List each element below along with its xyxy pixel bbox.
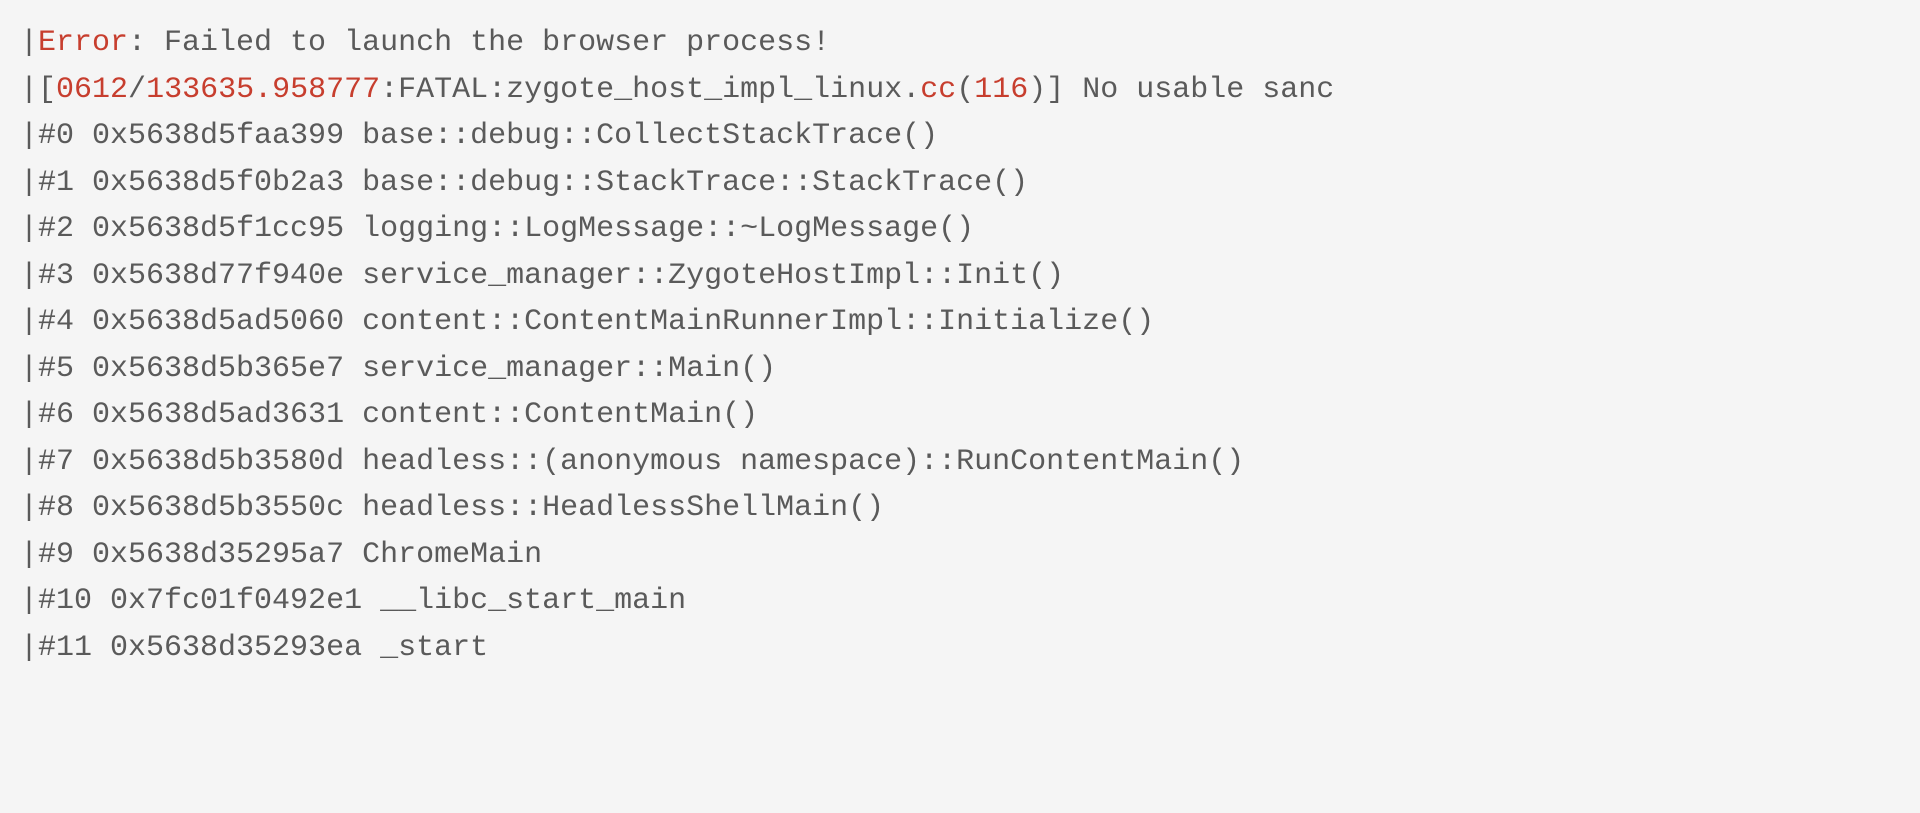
stack-frame: | #2 0x5638d5f1cc95 logging::LogMessage:…: [20, 206, 1920, 253]
line-prefix: |: [20, 625, 38, 672]
line-prefix: |: [20, 67, 38, 114]
stack-frame: | #0 0x5638d5faa399 base::debug::Collect…: [20, 113, 1920, 160]
stack-frame: | #4 0x5638d5ad5060 content::ContentMain…: [20, 299, 1920, 346]
timestamp-time: 133635.958777: [146, 73, 380, 107]
line-prefix: |: [20, 20, 38, 67]
stack-frame-text: #8 0x5638d5b3550c headless::HeadlessShel…: [38, 485, 884, 532]
stack-frame: | #5 0x5638d5b365e7 service_manager::Mai…: [20, 346, 1920, 393]
stack-frame: | #7 0x5638d5b3580d headless::(anonymous…: [20, 439, 1920, 486]
line-prefix: |: [20, 160, 38, 207]
line-prefix: |: [20, 299, 38, 346]
source-lineno: 116: [974, 73, 1028, 107]
stack-frame: | #11 0x5638d35293ea _start: [20, 625, 1920, 672]
line-prefix: |: [20, 578, 38, 625]
error-line: | Error: Failed to launch the browser pr…: [20, 20, 1920, 67]
stack-frame: | #9 0x5638d35295a7 ChromeMain: [20, 532, 1920, 579]
stack-frame-text: #1 0x5638d5f0b2a3 base::debug::StackTrac…: [38, 160, 1028, 207]
stack-frame: | #6 0x5638d5ad3631 content::ContentMain…: [20, 392, 1920, 439]
line-prefix: |: [20, 206, 38, 253]
line-prefix: |: [20, 532, 38, 579]
stack-frame-text: #9 0x5638d35295a7 ChromeMain: [38, 532, 542, 579]
error-message: : Failed to launch the browser process!: [128, 26, 830, 60]
timestamp-date: 0612: [56, 73, 128, 107]
fatal-source: :FATAL:zygote_host_impl_linux.: [380, 73, 920, 107]
line-prefix: |: [20, 485, 38, 532]
stack-frame: | #8 0x5638d5b3550c headless::HeadlessSh…: [20, 485, 1920, 532]
stack-frame: | #10 0x7fc01f0492e1 __libc_start_main: [20, 578, 1920, 625]
bracket-open: [: [38, 73, 56, 107]
stack-frame: | #3 0x5638d77f940e service_manager::Zyg…: [20, 253, 1920, 300]
line-prefix: |: [20, 113, 38, 160]
fatal-content: [0612/133635.958777:FATAL:zygote_host_im…: [38, 67, 1334, 114]
stack-frame-text: #4 0x5638d5ad5060 content::ContentMainRu…: [38, 299, 1154, 346]
line-prefix: |: [20, 253, 38, 300]
fatal-tail: )] No usable sanc: [1028, 73, 1334, 107]
stack-frame-text: #3 0x5638d77f940e service_manager::Zygot…: [38, 253, 1064, 300]
error-label: Error: [38, 26, 128, 60]
line-prefix: |: [20, 346, 38, 393]
error-content: Error: Failed to launch the browser proc…: [38, 20, 830, 67]
line-prefix: |: [20, 392, 38, 439]
slash: /: [128, 73, 146, 107]
stack-frame-text: #7 0x5638d5b3580d headless::(anonymous n…: [38, 439, 1244, 486]
stack-frame-text: #2 0x5638d5f1cc95 logging::LogMessage::~…: [38, 206, 974, 253]
lparen: (: [956, 73, 974, 107]
stack-frame: | #1 0x5638d5f0b2a3 base::debug::StackTr…: [20, 160, 1920, 207]
stack-frame-text: #10 0x7fc01f0492e1 __libc_start_main: [38, 578, 686, 625]
fatal-log-line: | [0612/133635.958777:FATAL:zygote_host_…: [20, 67, 1920, 114]
line-prefix: |: [20, 439, 38, 486]
stack-frame-text: #6 0x5638d5ad3631 content::ContentMain(): [38, 392, 758, 439]
stack-frame-text: #5 0x5638d5b365e7 service_manager::Main(…: [38, 346, 776, 393]
stack-frame-text: #0 0x5638d5faa399 base::debug::CollectSt…: [38, 113, 938, 160]
stack-frame-text: #11 0x5638d35293ea _start: [38, 625, 488, 672]
source-ext: cc: [920, 73, 956, 107]
